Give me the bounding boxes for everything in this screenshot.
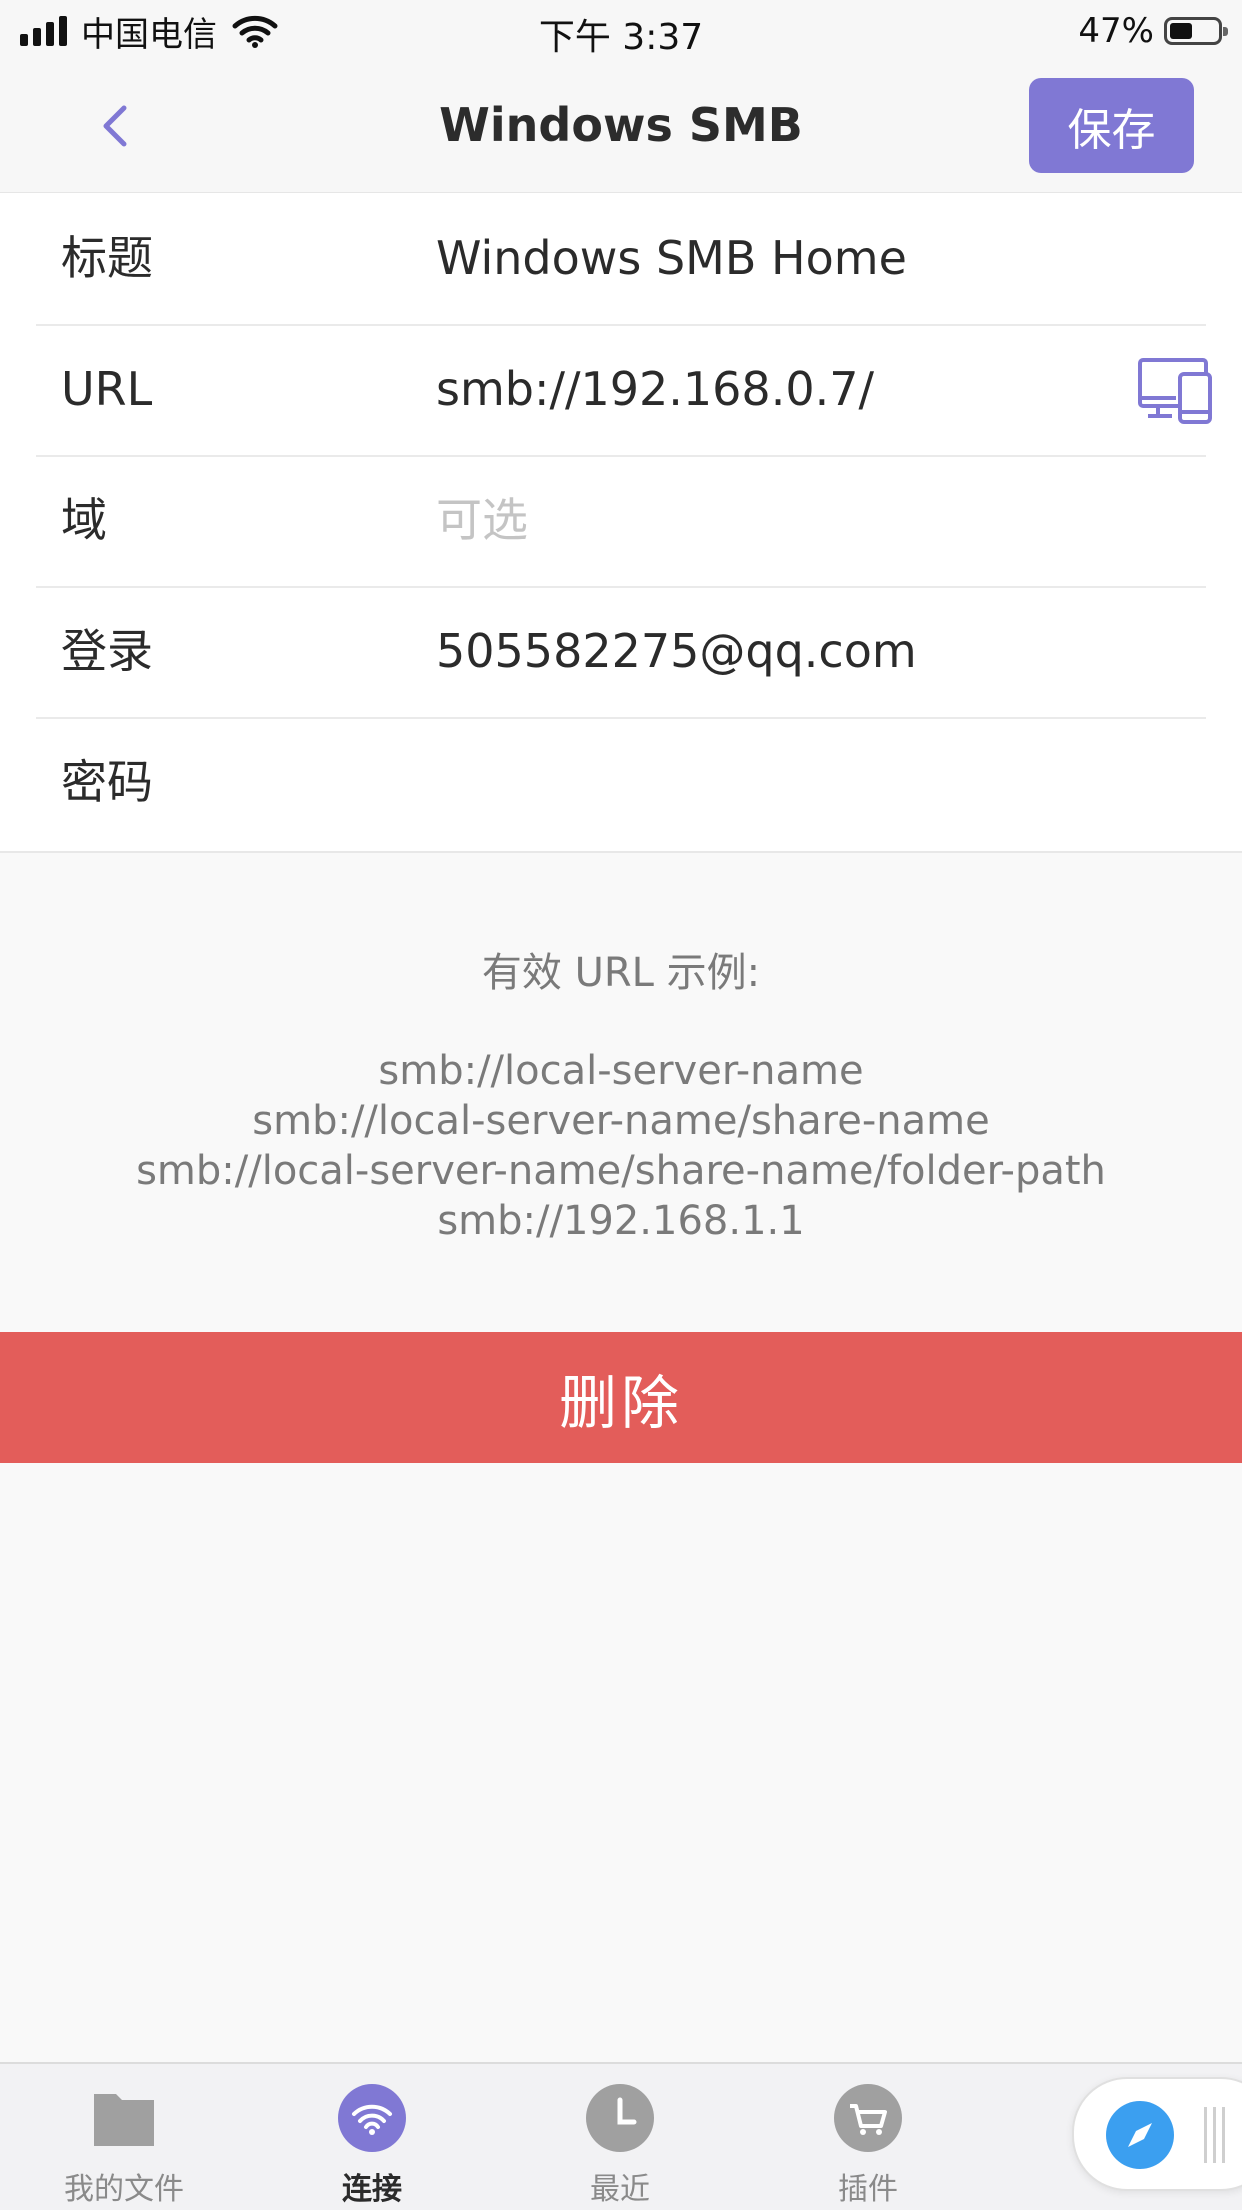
drag-handle[interactable] [1204,2107,1225,2163]
battery-icon [1164,17,1228,45]
domain-row: 域 [36,455,1206,588]
tab-bar: 我的文件 连接 最近 插件 [0,2062,1242,2210]
tab-label: 插件 [838,2172,898,2207]
status-right: 47% [1078,8,1228,54]
password-row: 密码 [36,717,1206,848]
tab-my-files[interactable]: 我的文件 [24,2084,224,2210]
url-field[interactable] [436,324,1096,455]
cart-icon [834,2084,902,2152]
example-line: smb://local-server-name/share-name [252,1098,990,1144]
password-field[interactable] [436,717,1136,848]
battery-fill [1170,23,1192,39]
tab-recent[interactable]: 最近 [520,2084,720,2210]
devices-icon[interactable] [1136,354,1216,426]
status-time: 下午 3:37 [538,17,704,58]
url-label: URL [61,362,153,416]
login-field[interactable] [436,586,1136,717]
compass-icon[interactable] [1106,2101,1174,2169]
clock-icon [586,2084,654,2152]
example-line: smb://local-server-name [378,1048,864,1094]
title-field[interactable] [436,193,1136,324]
delete-button[interactable]: 删除 [0,1332,1242,1463]
example-line: smb://local-server-name/share-name/folde… [136,1148,1106,1194]
url-row: URL [36,324,1212,457]
save-button[interactable]: 保存 [1029,78,1194,173]
tab-label: 最近 [590,2172,650,2207]
floating-browser-control [1072,2077,1242,2191]
tab-plugins[interactable]: 插件 [768,2084,968,2210]
battery-tip [1223,27,1228,36]
tab-label: 我的文件 [64,2172,184,2207]
login-label: 登录 [61,624,153,678]
password-label: 密码 [61,755,153,809]
example-line: smb://192.168.1.1 [437,1198,805,1244]
connection-form: 标题 URL 域 登录 密码 [0,193,1242,853]
tab-connections[interactable]: 连接 [272,2084,472,2210]
title-label: 标题 [61,231,153,285]
tab-label: 连接 [342,2172,402,2207]
login-row: 登录 [36,586,1206,719]
domain-label: 域 [61,493,107,547]
folder-icon [94,2094,154,2146]
examples-heading: 有效 URL 示例: [481,950,761,996]
wifi-icon [338,2084,406,2152]
battery-percent: 47% [1078,11,1154,51]
url-examples: 有效 URL 示例: smb://local-server-name smb:/… [0,940,1242,1246]
status-bar: 中国电信 下午 3:37 47% [0,0,1242,62]
nav-bar: Windows SMB 保存 [0,62,1242,194]
domain-field[interactable] [436,455,1136,586]
title-row: 标题 [36,193,1206,326]
